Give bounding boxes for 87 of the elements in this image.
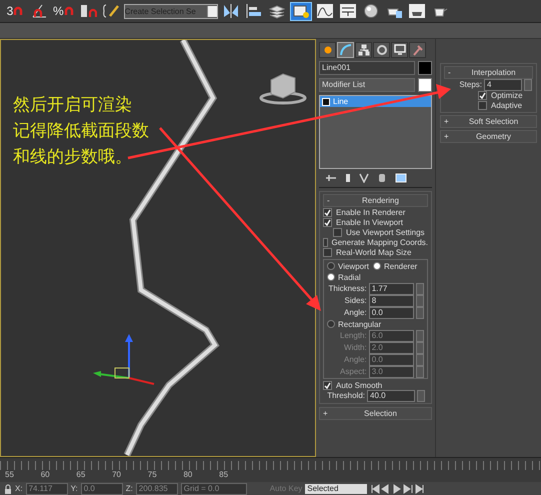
spinner-field[interactable]: 4 (484, 78, 522, 90)
display-tab[interactable] (391, 42, 408, 58)
magnet-icon (13, 6, 24, 16)
checkbox[interactable]: Generate Mapping Coords. (323, 237, 428, 247)
timeline[interactable]: 55 60 65 70 75 80 85 (0, 457, 541, 482)
align-icon[interactable] (244, 2, 264, 20)
radio-button[interactable]: Rectangular (327, 319, 424, 329)
field-label: Steps: (458, 80, 482, 89)
viewcube-icon (260, 73, 306, 104)
radio-button[interactable]: Renderer (372, 261, 418, 271)
frame-number: 55 (5, 470, 15, 479)
coordinate-field[interactable]: 0.0 (80, 482, 123, 494)
rollout-header[interactable]: + Selection (319, 407, 432, 420)
configure-icon[interactable] (395, 173, 407, 183)
checkbox[interactable]: Use Viewport Settings (323, 227, 428, 237)
coordinate-field[interactable]: 200.835 (136, 482, 178, 494)
schematic-icon[interactable] (338, 2, 358, 20)
modifier-list-dropdown[interactable]: Modifier List (319, 78, 415, 92)
checkbox[interactable]: Auto Smooth (323, 380, 428, 390)
frame-number: 80 (183, 470, 194, 479)
field-label: Angle: (343, 355, 367, 364)
render-frame-icon[interactable] (406, 2, 427, 20)
rollout-header[interactable]: + Soft Selection (440, 115, 537, 128)
rollout-header[interactable]: - Interpolation (444, 66, 533, 79)
display-tab-icon (394, 44, 406, 56)
unique-icon[interactable] (359, 173, 369, 183)
field-label: Angle: (343, 308, 367, 317)
pin-icon[interactable] (325, 173, 337, 183)
checkbox[interactable]: Enable In Viewport (323, 217, 428, 227)
motion-tab-icon (376, 44, 388, 56)
field-label: Threshold: (326, 391, 365, 400)
object-name-field[interactable]: Line001 (319, 61, 415, 75)
coordinate-label: X: (15, 484, 23, 493)
create-tab[interactable] (319, 42, 336, 58)
spinner-field[interactable]: 40.0 (367, 390, 415, 402)
radio-button[interactable]: Radial (327, 272, 424, 282)
checkmark-icon (324, 382, 331, 388)
field-label: Sides: (343, 296, 367, 305)
field-label: Aspect: (339, 367, 367, 376)
remove-modifier-icon[interactable] (377, 173, 387, 183)
create-tab-icon (322, 44, 334, 56)
lock-icon[interactable] (4, 484, 12, 494)
frame-number: 60 (40, 470, 51, 479)
object-color-swatch[interactable] (418, 61, 432, 75)
checkmark-icon (479, 92, 486, 98)
magnet-icon (64, 6, 74, 16)
spinner-field[interactable]: 6.0 (368, 330, 414, 342)
annotation-text: 然后开启可渲染 记得降低截面段数 和线的步数哦。 (13, 94, 149, 169)
field-label: Width: (343, 343, 367, 352)
utilities-tab-icon (412, 44, 424, 56)
viewport[interactable]: 然后开启可渲染 记得降低截面段数 和线的步数哦。 (0, 39, 316, 457)
show-result-icon[interactable] (345, 173, 351, 183)
spinner-field[interactable]: 0.0 (368, 306, 414, 318)
key-filter-dropdown[interactable]: Selected (305, 484, 368, 494)
coordinate-field[interactable]: 74.117 (26, 482, 68, 494)
frame-number: 65 (76, 470, 86, 479)
spinner-field[interactable]: 8 (368, 294, 414, 306)
checkbox[interactable]: Optimize (444, 90, 533, 100)
radio-button[interactable]: Viewport (327, 261, 369, 271)
explorer-icon[interactable] (290, 2, 312, 20)
coordinate-label: Z: (126, 484, 133, 493)
snap-toggle[interactable]: 3 (4, 2, 26, 20)
snap-toggle[interactable]: % (52, 2, 75, 20)
spinner-field[interactable]: 1.77 (368, 282, 414, 294)
spinner-field[interactable]: 0.0 (368, 354, 414, 366)
grid-readout: Grid = 0.0 (180, 482, 247, 494)
modify-tab-icon (340, 44, 352, 56)
field-label: Thickness: (327, 284, 367, 293)
hierarchy-tab[interactable] (355, 42, 372, 58)
spinner-field[interactable]: 2.0 (368, 342, 414, 354)
spinner-field[interactable]: 3.0 (368, 366, 414, 378)
hierarchy-tab-icon (358, 44, 370, 56)
checkbox[interactable]: Real-World Map Size (323, 247, 428, 257)
rollout-header[interactable]: - Rendering (323, 194, 428, 207)
checkbox[interactable]: Adaptive (444, 100, 533, 110)
frame-number: 75 (148, 470, 158, 479)
named-sel-icon[interactable] (100, 2, 121, 20)
frame-number: 70 (112, 470, 122, 479)
motion-tab[interactable] (373, 42, 390, 58)
coordinate-label: Y: (70, 484, 78, 493)
axis-gizmo-icon (93, 334, 154, 385)
frame-number: 85 (219, 470, 230, 479)
rollout-header[interactable]: + Geometry (440, 130, 537, 143)
curve-icon[interactable] (314, 2, 335, 20)
utilities-tab[interactable] (409, 42, 426, 58)
checkbox[interactable]: Enable In Renderer (323, 207, 428, 217)
field-label: Length: (339, 331, 367, 340)
